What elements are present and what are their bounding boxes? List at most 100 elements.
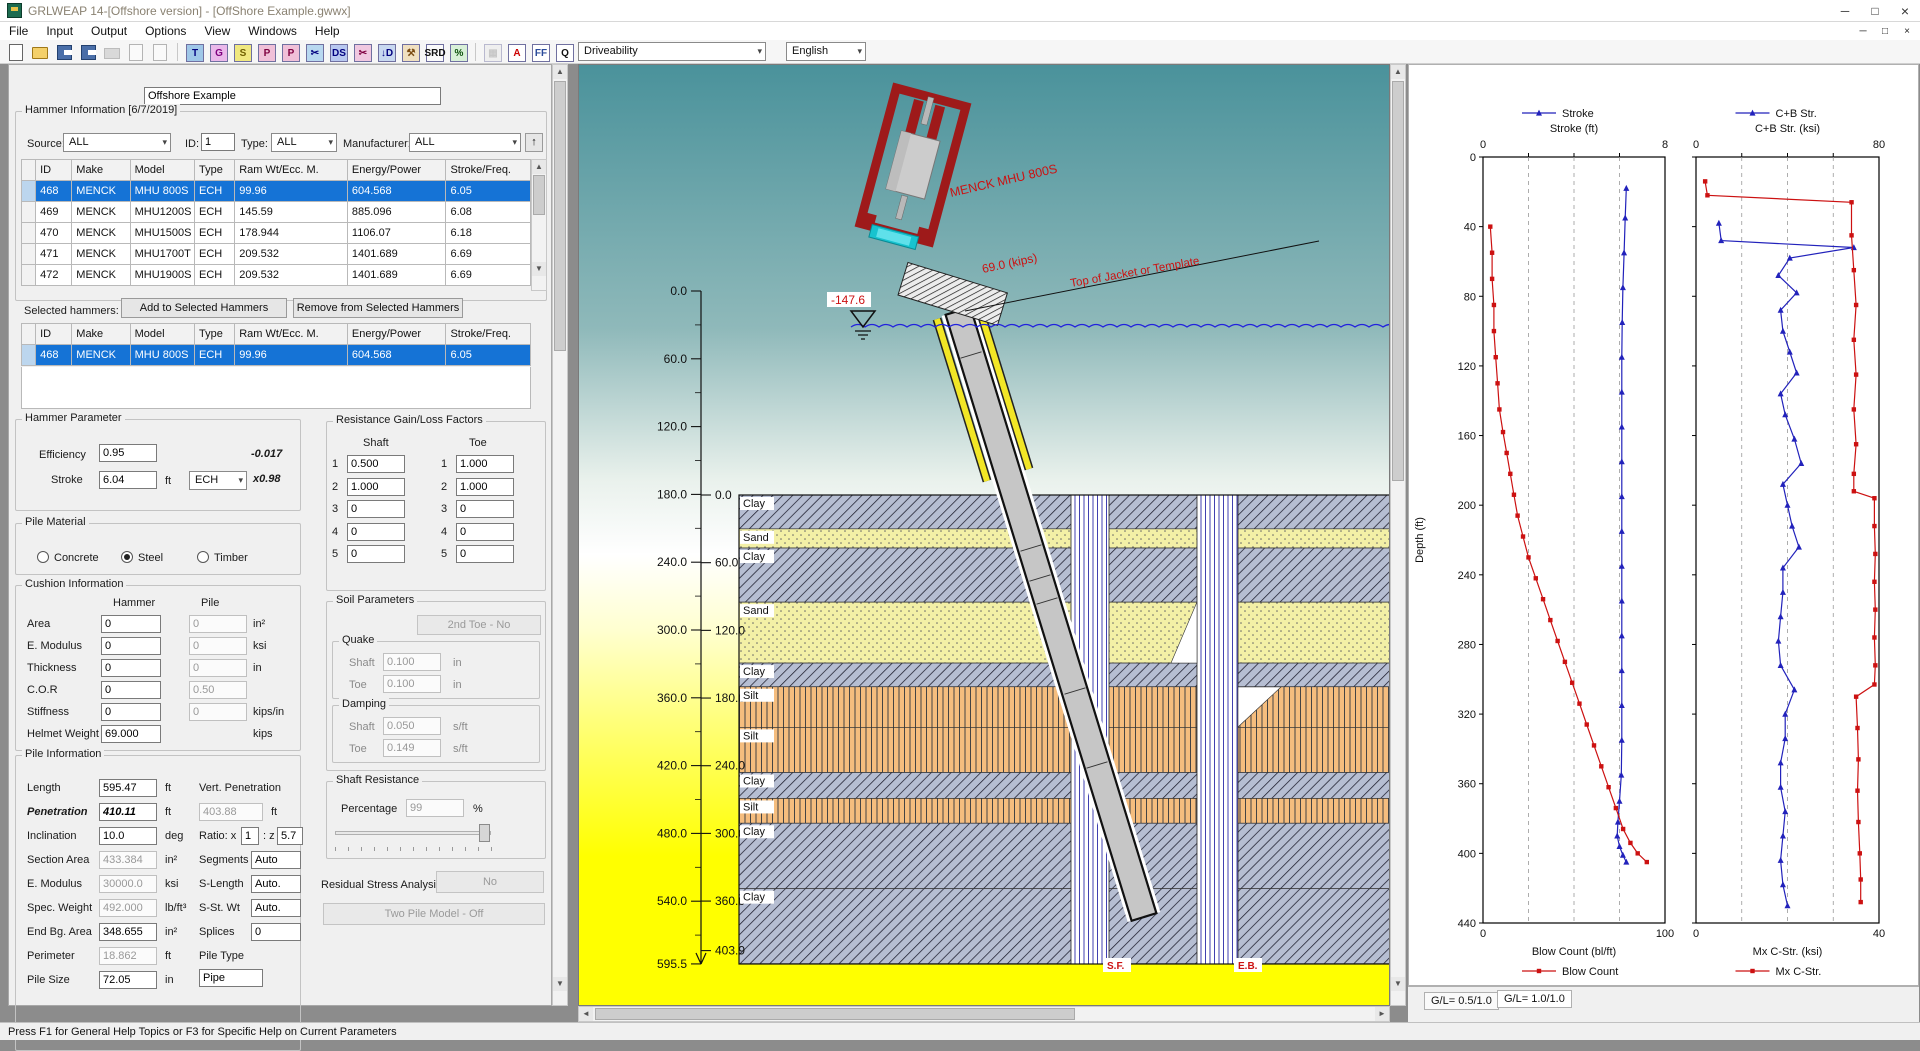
quake-toe-input[interactable] [383,675,441,693]
pile-info-input[interactable] [99,923,157,941]
pile-info-input[interactable] [99,779,157,797]
left-panel-scrollbar[interactable]: ▲ ▼ [552,64,568,1006]
cushion-hammer-input[interactable] [101,703,161,721]
source-combobox[interactable]: ALL [63,133,171,152]
shaft-factor-input[interactable] [347,455,405,473]
pile-info-right-input[interactable] [251,923,301,941]
percentage-input[interactable] [406,799,464,817]
cut-blue-icon[interactable]: ✂ [304,42,324,62]
pile-info-input[interactable] [99,851,157,869]
menu-file[interactable]: File [0,22,37,40]
menu-output[interactable]: Output [82,22,136,40]
id-input[interactable] [201,133,235,151]
mdi-minimize-button[interactable]: ─ [1853,25,1873,39]
stroke-input[interactable] [99,471,157,489]
cushion-pile-input[interactable] [189,703,247,721]
srd-icon[interactable]: SRD [424,42,444,62]
soil-icon[interactable]: S [232,42,252,62]
toe-factor-input[interactable] [456,455,514,473]
menu-help[interactable]: Help [306,22,349,40]
toe-factor-input[interactable] [456,523,514,541]
type-combobox[interactable]: ALL [271,133,337,152]
table-row[interactable]: 468MENCKMHU 800SECH99.96604.5686.05 [22,181,531,202]
toe-factor-input[interactable] [456,500,514,518]
close-button[interactable]: × [1890,0,1920,22]
save-icon[interactable] [54,42,74,62]
pile-info-right-input[interactable] [251,899,301,917]
pile-profile-icon[interactable]: P [280,42,300,62]
percent-icon[interactable]: % [448,42,468,62]
shaft-factor-input[interactable] [347,545,405,563]
pile-info-input[interactable] [99,875,157,893]
pile-info-input[interactable] [99,827,157,845]
shaft-resistance-slider-track[interactable] [335,831,491,835]
cushion-pile-input[interactable] [189,637,247,655]
center-horizontal-scrollbar[interactable]: ◄ ► [578,1006,1390,1022]
cushion-hammer-input[interactable] [101,681,161,699]
add-to-selected-hammers-button[interactable]: Add to Selected Hammers [121,298,287,318]
scroll-up-button[interactable]: ↑ [525,133,543,152]
two-pile-model-button[interactable]: Two Pile Model - Off [323,903,545,925]
new-file-icon[interactable] [6,42,26,62]
gavel-icon[interactable]: ⚒ [400,42,420,62]
tab-gl-10[interactable]: G/L= 1.0/1.0 [1497,990,1572,1008]
table-row[interactable]: 469MENCKMHU1200SECH145.59885.0966.08 [22,202,531,223]
pile-info-input[interactable] [99,899,157,917]
table-row[interactable]: 472MENCKMHU1900SECH209.5321401.6896.69 [22,265,531,286]
table-row[interactable]: 470MENCKMHU1500SECH178.9441106.076.18 [22,223,531,244]
gain-loss-icon[interactable]: G [208,42,228,62]
radio-steel[interactable] [121,551,133,563]
cushion-hammer-input[interactable] [101,615,161,633]
radio-concrete[interactable] [37,551,49,563]
minimize-button[interactable]: ─ [1830,0,1860,22]
cushion-pile-input[interactable] [189,615,247,633]
stroke-type-combobox[interactable]: ECH [189,471,247,490]
project-name-input[interactable] [144,87,441,105]
cushion-hammer-input[interactable] [101,725,161,743]
radio-timber[interactable] [197,551,209,563]
analysis-a-icon[interactable]: A [506,42,526,62]
pile-info-input[interactable] [99,971,157,989]
cut-pink-icon[interactable]: ✂ [352,42,372,62]
menu-input[interactable]: Input [37,22,82,40]
hammer-table-scrollbar[interactable]: ▲▼ [531,159,547,291]
cushion-pile-input[interactable] [189,659,247,677]
shaft-factor-input[interactable] [347,523,405,541]
toe-factor-input[interactable] [456,545,514,563]
menu-windows[interactable]: Windows [239,22,306,40]
cushion-hammer-input[interactable] [101,637,161,655]
ratio-x-input[interactable] [241,827,259,845]
ff-icon[interactable]: FF [530,42,550,62]
shaft-resistance-slider-thumb[interactable] [479,824,490,842]
analysis-type-combobox[interactable]: Driveability [578,42,766,61]
second-toe-button[interactable]: 2nd Toe - No [417,615,541,635]
remove-from-selected-hammers-button[interactable]: Remove from Selected Hammers [293,298,463,318]
cushion-pile-input[interactable] [189,681,247,699]
shaft-factor-input[interactable] [347,500,405,518]
maximize-button[interactable]: □ [1860,0,1890,22]
toe-factor-input[interactable] [456,478,514,496]
manufacturer-combobox[interactable]: ALL [409,133,521,152]
efficiency-input[interactable] [99,444,157,462]
pile-icon[interactable]: P [256,42,276,62]
residual-stress-button[interactable]: No [436,871,544,893]
mdi-restore-button[interactable]: □ [1875,25,1895,39]
pile-info-input[interactable] [99,947,157,965]
shaft-factor-input[interactable] [347,478,405,496]
q-icon[interactable]: Q [554,42,574,62]
ds-icon[interactable]: DS [328,42,348,62]
mdi-close-button[interactable]: × [1897,25,1917,39]
pile-info-right-input[interactable] [251,875,301,893]
tab-gl-05[interactable]: G/L= 0.5/1.0 [1424,992,1499,1010]
open-file-icon[interactable] [30,42,50,62]
title-icon[interactable]: T [184,42,204,62]
table-row[interactable]: 468MENCKMHU 800SECH99.96604.5686.05 [22,345,531,366]
pile-info-right-input[interactable] [251,851,301,869]
menu-view[interactable]: View [195,22,239,40]
table-row[interactable]: 471MENCKMHU1700TECH209.5321401.6896.69 [22,244,531,265]
damping-toe-input[interactable] [383,739,441,757]
depth-icon[interactable]: ↓D [376,42,396,62]
vert-penetration-input[interactable] [199,803,263,821]
pile-type-input[interactable] [199,969,263,987]
ratio-z-input[interactable] [277,827,303,845]
